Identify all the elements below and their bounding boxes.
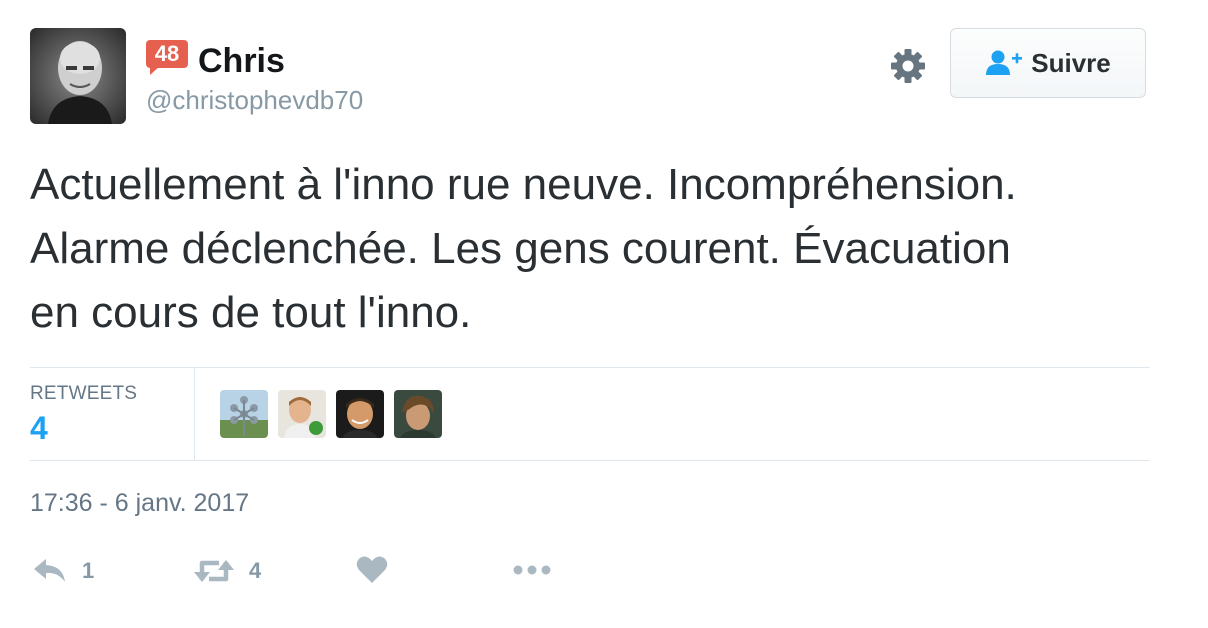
follow-button[interactable]: Suivre <box>950 28 1146 98</box>
stats-divider-bottom <box>30 460 1150 461</box>
reply-button[interactable]: 1 <box>32 556 94 586</box>
reply-icon <box>34 559 65 582</box>
retweeter-avatar-2[interactable] <box>278 390 326 438</box>
gear-icon[interactable] <box>888 46 928 86</box>
retweet-button[interactable]: 4 <box>193 556 261 586</box>
retweet-count: 4 <box>249 558 262 583</box>
more-button[interactable] <box>512 558 552 582</box>
more-dots-icon <box>513 565 551 575</box>
community-badge: 48 <box>146 40 188 68</box>
retweeter-avatar-4[interactable] <box>394 390 442 438</box>
retweet-icon <box>194 560 234 582</box>
follow-button-label: Suivre <box>1031 47 1111 78</box>
retweeter-avatar-3[interactable] <box>336 390 384 438</box>
tweet-timestamp[interactable]: 17:36 - 6 janv. 2017 <box>30 489 249 518</box>
retweets-count[interactable]: 4 <box>30 410 48 447</box>
retweeter-avatar-1[interactable] <box>220 390 268 438</box>
like-button[interactable] <box>356 555 388 585</box>
display-name[interactable]: Chris <box>198 40 285 82</box>
profile-avatar[interactable] <box>30 28 126 124</box>
heart-icon <box>356 556 388 583</box>
retweets-label: RETWEETS <box>30 383 138 404</box>
user-handle[interactable]: @christophevdb70 <box>146 84 363 116</box>
user-plus-icon <box>986 50 1023 75</box>
tweet-text: Actuellement à l'inno rue neuve. Incompr… <box>30 160 1017 337</box>
profile-photo <box>30 28 126 124</box>
reply-count: 1 <box>82 558 95 583</box>
community-badge-tail <box>150 66 160 75</box>
stats-divider-top <box>30 367 1150 368</box>
stats-vertical-divider <box>194 368 195 460</box>
